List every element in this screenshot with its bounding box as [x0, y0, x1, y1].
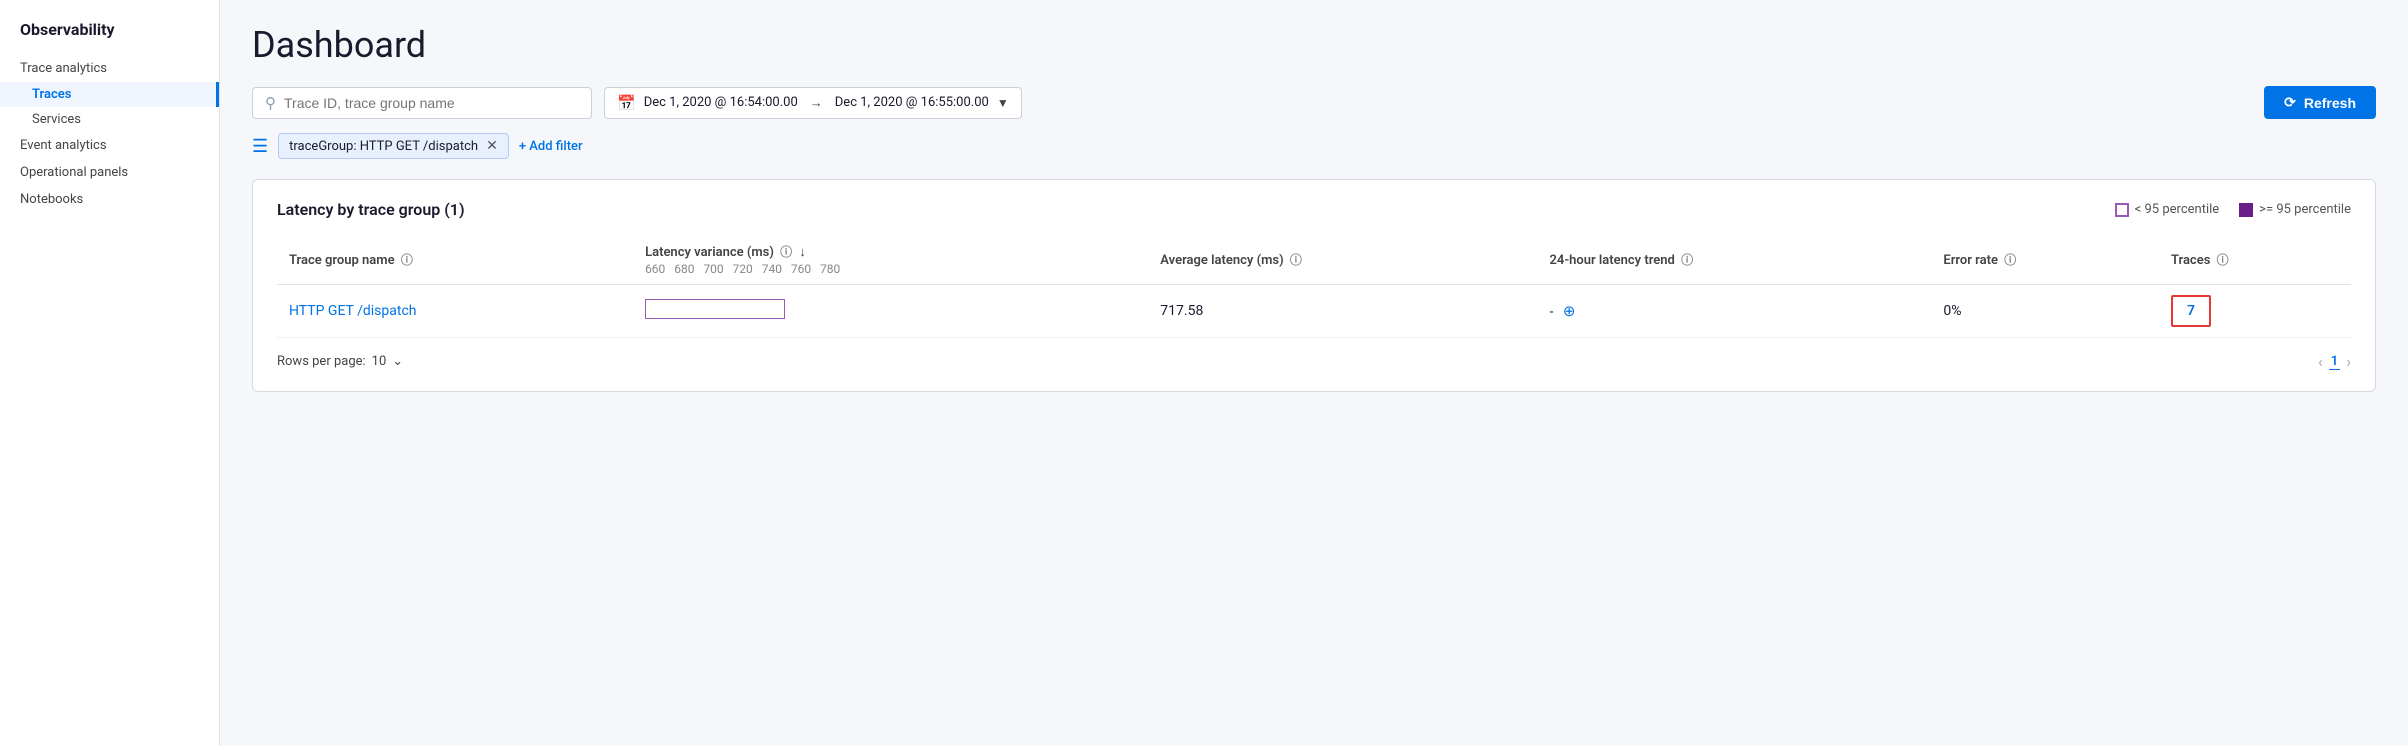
search-input[interactable] — [284, 95, 579, 111]
current-page[interactable]: 1 — [2329, 354, 2340, 370]
filter-tag-text: traceGroup: HTTP GET /dispatch — [289, 139, 478, 154]
sort-down-icon[interactable]: ↓ — [799, 245, 806, 260]
legend-low-label: < 95 percentile — [2135, 202, 2220, 217]
date-to: Dec 1, 2020 @ 16:55:00.00 — [835, 95, 989, 110]
rows-per-page-selector[interactable]: Rows per page: 10 ⌄ — [277, 354, 403, 369]
rows-per-page-label: Rows per page: — [277, 354, 366, 369]
legend-low-icon — [2115, 203, 2129, 217]
filter-row: ☰ traceGroup: HTTP GET /dispatch ✕ + Add… — [252, 133, 2376, 159]
refresh-button[interactable]: ⟳ Refresh — [2264, 86, 2376, 119]
top-bar: ⚲ 📅 Dec 1, 2020 @ 16:54:00.00 → Dec 1, 2… — [252, 86, 2376, 119]
latency-panel: Latency by trace group (1) < 95 percenti… — [252, 179, 2376, 392]
add-filter-button[interactable]: + Add filter — [519, 139, 583, 154]
main-content: Dashboard ⚲ 📅 Dec 1, 2020 @ 16:54:00.00 … — [220, 0, 2408, 746]
sidebar-section-event-analytics[interactable]: Event analytics — [0, 132, 219, 159]
date-picker[interactable]: 📅 Dec 1, 2020 @ 16:54:00.00 → Dec 1, 202… — [604, 87, 1022, 119]
info-icon-latency: ⓘ — [780, 245, 792, 259]
prev-page-button[interactable]: ‹ — [2318, 352, 2323, 371]
latency-table-wrap: Trace group name ⓘ Latency variance (ms)… — [277, 235, 2351, 338]
traces-value[interactable]: 7 — [2171, 295, 2211, 327]
panel-title: Latency by trace group (1) — [277, 200, 465, 219]
pagination: ‹ 1 › — [2318, 352, 2351, 371]
col-latency-variance: Latency variance (ms) ⓘ ↓ 660 680 700 72… — [633, 235, 1148, 285]
table-footer: Rows per page: 10 ⌄ ‹ 1 › — [277, 352, 2351, 371]
latency-trend-cell: - ⊕ — [1538, 285, 1932, 338]
filter-remove-button[interactable]: ✕ — [486, 138, 498, 154]
col-error-rate: Error rate ⓘ — [1931, 235, 2159, 285]
sidebar: Observability Trace analytics Traces Ser… — [0, 0, 220, 746]
table-header-row: Trace group name ⓘ Latency variance (ms)… — [277, 235, 2351, 285]
legend-high-label: >= 95 percentile — [2259, 202, 2351, 217]
chevron-down-icon: ▼ — [997, 96, 1009, 110]
sidebar-section-notebooks[interactable]: Notebooks — [0, 186, 219, 213]
col-latency-trend: 24-hour latency trend ⓘ — [1538, 235, 1932, 285]
date-arrow: → — [810, 95, 823, 111]
info-icon-error: ⓘ — [2004, 253, 2016, 267]
latency-variance-scale: 660 680 700 720 740 760 780 — [645, 262, 1136, 276]
refresh-icon: ⟳ — [2284, 94, 2296, 111]
col-trace-group-name: Trace group name ⓘ — [277, 235, 633, 285]
zoom-icon[interactable]: ⊕ — [1563, 302, 1576, 320]
latency-trend-value: - — [1550, 304, 1554, 320]
filter-icon[interactable]: ☰ — [252, 136, 268, 157]
legend: < 95 percentile >= 95 percentile — [2115, 202, 2351, 217]
page-title: Dashboard — [252, 24, 2376, 66]
sidebar-item-services-label: Services — [32, 112, 81, 127]
latency-variance-bar — [645, 299, 785, 319]
avg-latency-cell: 717.58 — [1148, 285, 1537, 338]
search-icon: ⚲ — [265, 94, 276, 112]
refresh-label: Refresh — [2304, 95, 2356, 111]
info-icon-trend: ⓘ — [1681, 253, 1693, 267]
trace-group-name-cell[interactable]: HTTP GET /dispatch — [277, 285, 633, 338]
calendar-icon: 📅 — [617, 94, 636, 112]
info-icon-avg: ⓘ — [1290, 253, 1302, 267]
next-page-button[interactable]: › — [2346, 352, 2351, 371]
sidebar-section-trace-analytics[interactable]: Trace analytics — [0, 55, 219, 82]
search-box[interactable]: ⚲ — [252, 87, 592, 119]
sidebar-section-operational-panels[interactable]: Operational panels — [0, 159, 219, 186]
sidebar-brand: Observability — [0, 20, 219, 55]
legend-high-icon — [2239, 203, 2253, 217]
rows-per-page-value: 10 — [372, 354, 387, 369]
table-row: HTTP GET /dispatch 717.58 - ⊕ — [277, 285, 2351, 338]
error-rate-cell: 0% — [1931, 285, 2159, 338]
sidebar-item-services[interactable]: Services — [0, 107, 219, 132]
traces-cell[interactable]: 7 — [2159, 285, 2351, 338]
col-avg-latency: Average latency (ms) ⓘ — [1148, 235, 1537, 285]
error-rate-value: 0% — [1943, 303, 1961, 319]
sidebar-item-traces-label: Traces — [32, 87, 71, 102]
panel-header: Latency by trace group (1) < 95 percenti… — [277, 200, 2351, 219]
sidebar-item-traces[interactable]: Traces — [0, 82, 219, 107]
filter-tag: traceGroup: HTTP GET /dispatch ✕ — [278, 133, 509, 159]
col-traces: Traces ⓘ — [2159, 235, 2351, 285]
rows-per-page-chevron-icon: ⌄ — [392, 354, 403, 369]
legend-high: >= 95 percentile — [2239, 202, 2351, 217]
info-icon-traces: ⓘ — [2217, 253, 2229, 267]
avg-latency-value: 717.58 — [1160, 303, 1203, 319]
legend-low: < 95 percentile — [2115, 202, 2220, 217]
latency-table: Trace group name ⓘ Latency variance (ms)… — [277, 235, 2351, 338]
info-icon-name: ⓘ — [401, 253, 413, 267]
trace-group-name-value: HTTP GET /dispatch — [289, 303, 417, 319]
latency-variance-cell — [633, 285, 1148, 338]
date-from: Dec 1, 2020 @ 16:54:00.00 — [644, 95, 798, 110]
